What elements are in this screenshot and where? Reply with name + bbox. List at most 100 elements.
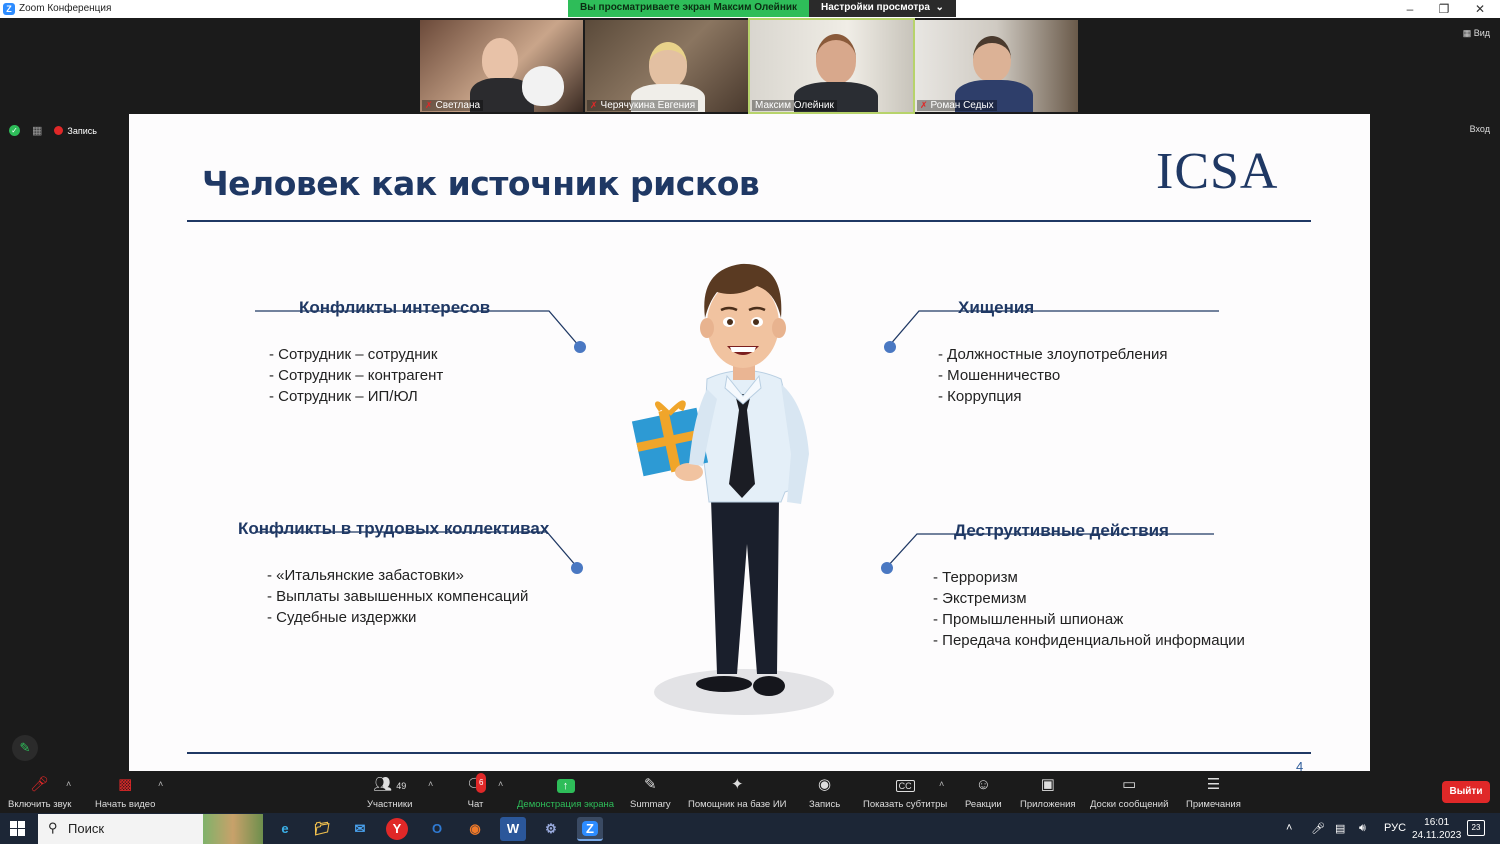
share-banner: Вы просматриваете экран Максим Олейник Н… xyxy=(568,0,956,17)
chat-options-caret[interactable]: ˄ xyxy=(498,779,503,789)
windows-start-icon[interactable] xyxy=(10,821,25,836)
tray-overflow-icon[interactable]: ˄ xyxy=(1286,822,1292,834)
network-icon[interactable]: ▤ xyxy=(1335,822,1345,835)
video-tile-active-speaker[interactable]: Максим Олейник xyxy=(748,18,915,114)
recording-indicator[interactable]: Запись xyxy=(54,125,97,136)
meeting-info-bar: ✓ ▦ Запись xyxy=(9,124,97,137)
taskbar-search[interactable]: ⚲ Поиск xyxy=(38,814,263,844)
list-item: - «Итальянские забастовки» xyxy=(267,567,464,584)
block-list-workplace-conflicts: - «Итальянские забастовки» - Выплаты зав… xyxy=(267,565,528,628)
participants-options-caret[interactable]: ˄ xyxy=(428,779,433,789)
list-item: - Судебные издержки xyxy=(267,609,417,626)
list-item: - Передача конфиденциальной информации xyxy=(933,632,1245,649)
cartoon-man-illustration xyxy=(631,263,834,715)
apps-icon: ▣ xyxy=(1040,776,1055,793)
file-explorer-icon[interactable]: 📁︎ xyxy=(309,817,335,841)
chat-button[interactable]: 🗨︎6 Чат xyxy=(466,773,487,810)
zoom-taskbar-icon[interactable]: Z xyxy=(577,817,603,841)
share-screen-button[interactable]: ↑ Демонстрация экрана xyxy=(517,775,614,810)
participants-button[interactable]: 👥︎ 49 Участники xyxy=(367,775,412,810)
block-dot xyxy=(881,562,893,574)
slide-divider-bottom xyxy=(187,752,1311,754)
participant-face xyxy=(482,38,518,82)
connector-lines xyxy=(255,263,1219,715)
language-indicator[interactable]: РУС xyxy=(1384,822,1406,834)
yandex-browser-icon[interactable]: Y xyxy=(386,818,408,840)
captions-button[interactable]: CC Показать субтитры xyxy=(863,775,947,810)
outlook-icon[interactable]: O xyxy=(424,817,450,841)
windows-taskbar: ⚲ Поиск e 📁︎ ✉ Y O ◉ W ⚙ Z ˄ 🎤︎ ▤ 🔊︎ РУС… xyxy=(0,813,1500,844)
slide-page-number: 4 xyxy=(1296,759,1304,771)
start-video-button[interactable]: ▩ Начать видео xyxy=(95,775,155,810)
toy-cat xyxy=(522,66,564,106)
block-list-conflicts-of-interest: - Сотрудник – сотрудник - Сотрудник – ко… xyxy=(269,344,443,407)
minimize-button[interactable]: – xyxy=(1396,1,1424,17)
word-icon[interactable]: W xyxy=(500,817,526,841)
block-dot xyxy=(574,341,586,353)
taskbar-clock[interactable]: 16:01 24.11.2023 xyxy=(1412,816,1461,842)
share-screen-icon: ↑ xyxy=(517,775,614,795)
search-highlight-image xyxy=(203,814,263,844)
sparkle-icon: ✦ xyxy=(730,776,744,793)
viewing-screen-label: Вы просматриваете экран Максим Олейник xyxy=(568,0,810,17)
audio-options-caret[interactable]: ˄ xyxy=(66,779,71,789)
video-tile[interactable]: ✗ Черячукина Евгения xyxy=(585,20,748,112)
mic-muted-icon: ✗ xyxy=(425,100,433,110)
video-strip: ✗ Светлана ✗ Черячукина Евгения Максим Оле… xyxy=(420,18,1078,114)
block-list-destructive-actions: - Терроризм - Экстремизм - Промышленный … xyxy=(933,567,1245,651)
list-item: - Должностные злоупотребления xyxy=(938,346,1168,363)
volume-icon[interactable]: 🔊︎ xyxy=(1359,822,1366,835)
list-item: - Коррупция xyxy=(938,388,1022,405)
chat-icon: 🗨︎6 xyxy=(466,773,487,795)
ai-assistant-button[interactable]: ✦ Помощник на базе ИИ xyxy=(688,775,787,810)
whiteboards-button[interactable]: ▭ Доски сообщений xyxy=(1090,775,1168,810)
mail-icon[interactable]: ✉ xyxy=(347,817,373,841)
whiteboard-icon: ▭ xyxy=(1122,776,1137,793)
annotate-pencil-icon[interactable]: ✎ xyxy=(12,735,38,761)
participant-name: ✗ Светлана xyxy=(422,100,484,111)
list-item: - Сотрудник – контрагент xyxy=(269,367,444,384)
captions-options-caret[interactable]: ˄ xyxy=(939,779,944,789)
view-button[interactable]: ▦ Вид xyxy=(1463,28,1490,39)
participant-face xyxy=(649,42,687,88)
summary-button[interactable]: ✎ Summary xyxy=(630,775,671,810)
list-item: - Мошенничество xyxy=(938,367,1061,384)
video-tile[interactable]: ✗ Светлана xyxy=(420,20,583,112)
smiley-icon: ☺ xyxy=(975,776,992,793)
window-title: Zoom Конференция xyxy=(19,3,112,14)
summary-icon: ✎ xyxy=(644,776,657,793)
record-button[interactable]: ◉ Запись xyxy=(809,775,840,810)
security-shield-icon[interactable]: ✓ xyxy=(9,125,20,136)
restore-button[interactable]: ❐ xyxy=(1430,1,1458,17)
firefox-icon[interactable]: ◉ xyxy=(462,817,488,841)
notes-icon: ☰ xyxy=(1206,776,1221,793)
participant-face xyxy=(816,34,856,84)
participant-name: ✗ Черячукина Евгения xyxy=(587,100,699,111)
microphone-tray-icon[interactable]: 🎤︎ xyxy=(1311,822,1325,835)
block-title-conflicts-of-interest: Конфликты интересов xyxy=(299,298,491,317)
enter-button[interactable]: Вход xyxy=(1470,124,1490,134)
block-dot xyxy=(571,562,583,574)
close-button[interactable]: ✕ xyxy=(1466,1,1494,17)
edge-icon[interactable]: e xyxy=(272,817,298,841)
participant-face xyxy=(973,36,1011,82)
video-tile[interactable]: ✗ Роман Седых xyxy=(915,20,1078,112)
pinned-app-icon[interactable]: ⚙ xyxy=(538,817,564,841)
mic-muted-icon: ✗ xyxy=(920,100,928,110)
reactions-button[interactable]: ☺ Реакции xyxy=(965,775,1002,810)
view-settings-button[interactable]: Настройки просмотра ⌄ xyxy=(809,0,956,17)
grid-view-icon[interactable]: ▦ xyxy=(32,124,42,137)
list-item: - Промышленный шпионаж xyxy=(933,611,1124,628)
apps-button[interactable]: ▣ Приложения xyxy=(1020,775,1076,810)
list-item: - Терроризм xyxy=(933,569,1018,586)
leave-button[interactable]: Выйти xyxy=(1442,781,1490,803)
record-icon: ◉ xyxy=(818,776,832,793)
unmute-button[interactable]: 🎤︎ Включить звук xyxy=(8,775,71,810)
shared-slide: Человек как источник рисков ICSA Конфлик… xyxy=(129,114,1370,771)
video-options-caret[interactable]: ˄ xyxy=(158,779,163,789)
list-item: - Сотрудник – ИП/ЮЛ xyxy=(269,388,418,405)
block-title-destructive-actions: Деструктивные действия xyxy=(954,521,1169,540)
notes-button[interactable]: ☰ Примечания xyxy=(1186,775,1241,810)
block-dot xyxy=(884,341,896,353)
notifications-icon[interactable]: 23 xyxy=(1467,820,1485,836)
